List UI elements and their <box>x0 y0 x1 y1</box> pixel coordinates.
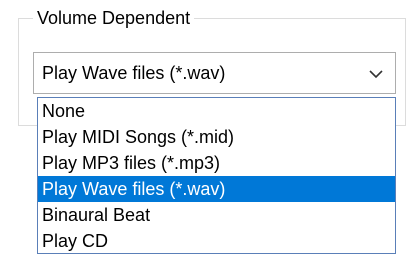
option-play-mp3-files[interactable]: Play MP3 files (*.mp3) <box>38 150 395 176</box>
combobox-dropdown-list[interactable]: None Play MIDI Songs (*.mid) Play MP3 fi… <box>37 97 396 254</box>
option-play-midi-songs[interactable]: Play MIDI Songs (*.mid) <box>38 124 395 150</box>
option-play-wave-files[interactable]: Play Wave files (*.wav) <box>38 176 395 202</box>
option-binaural-beat[interactable]: Binaural Beat <box>38 202 395 228</box>
groupbox-title: Volume Dependent <box>33 6 195 30</box>
option-none[interactable]: None <box>38 98 395 124</box>
combobox-selected-value: Play Wave files (*.wav) <box>42 63 226 83</box>
chevron-down-icon[interactable] <box>367 65 385 83</box>
option-play-cd[interactable]: Play CD <box>38 228 395 253</box>
sound-source-combobox[interactable]: Play Wave files (*.wav) <box>33 52 396 94</box>
